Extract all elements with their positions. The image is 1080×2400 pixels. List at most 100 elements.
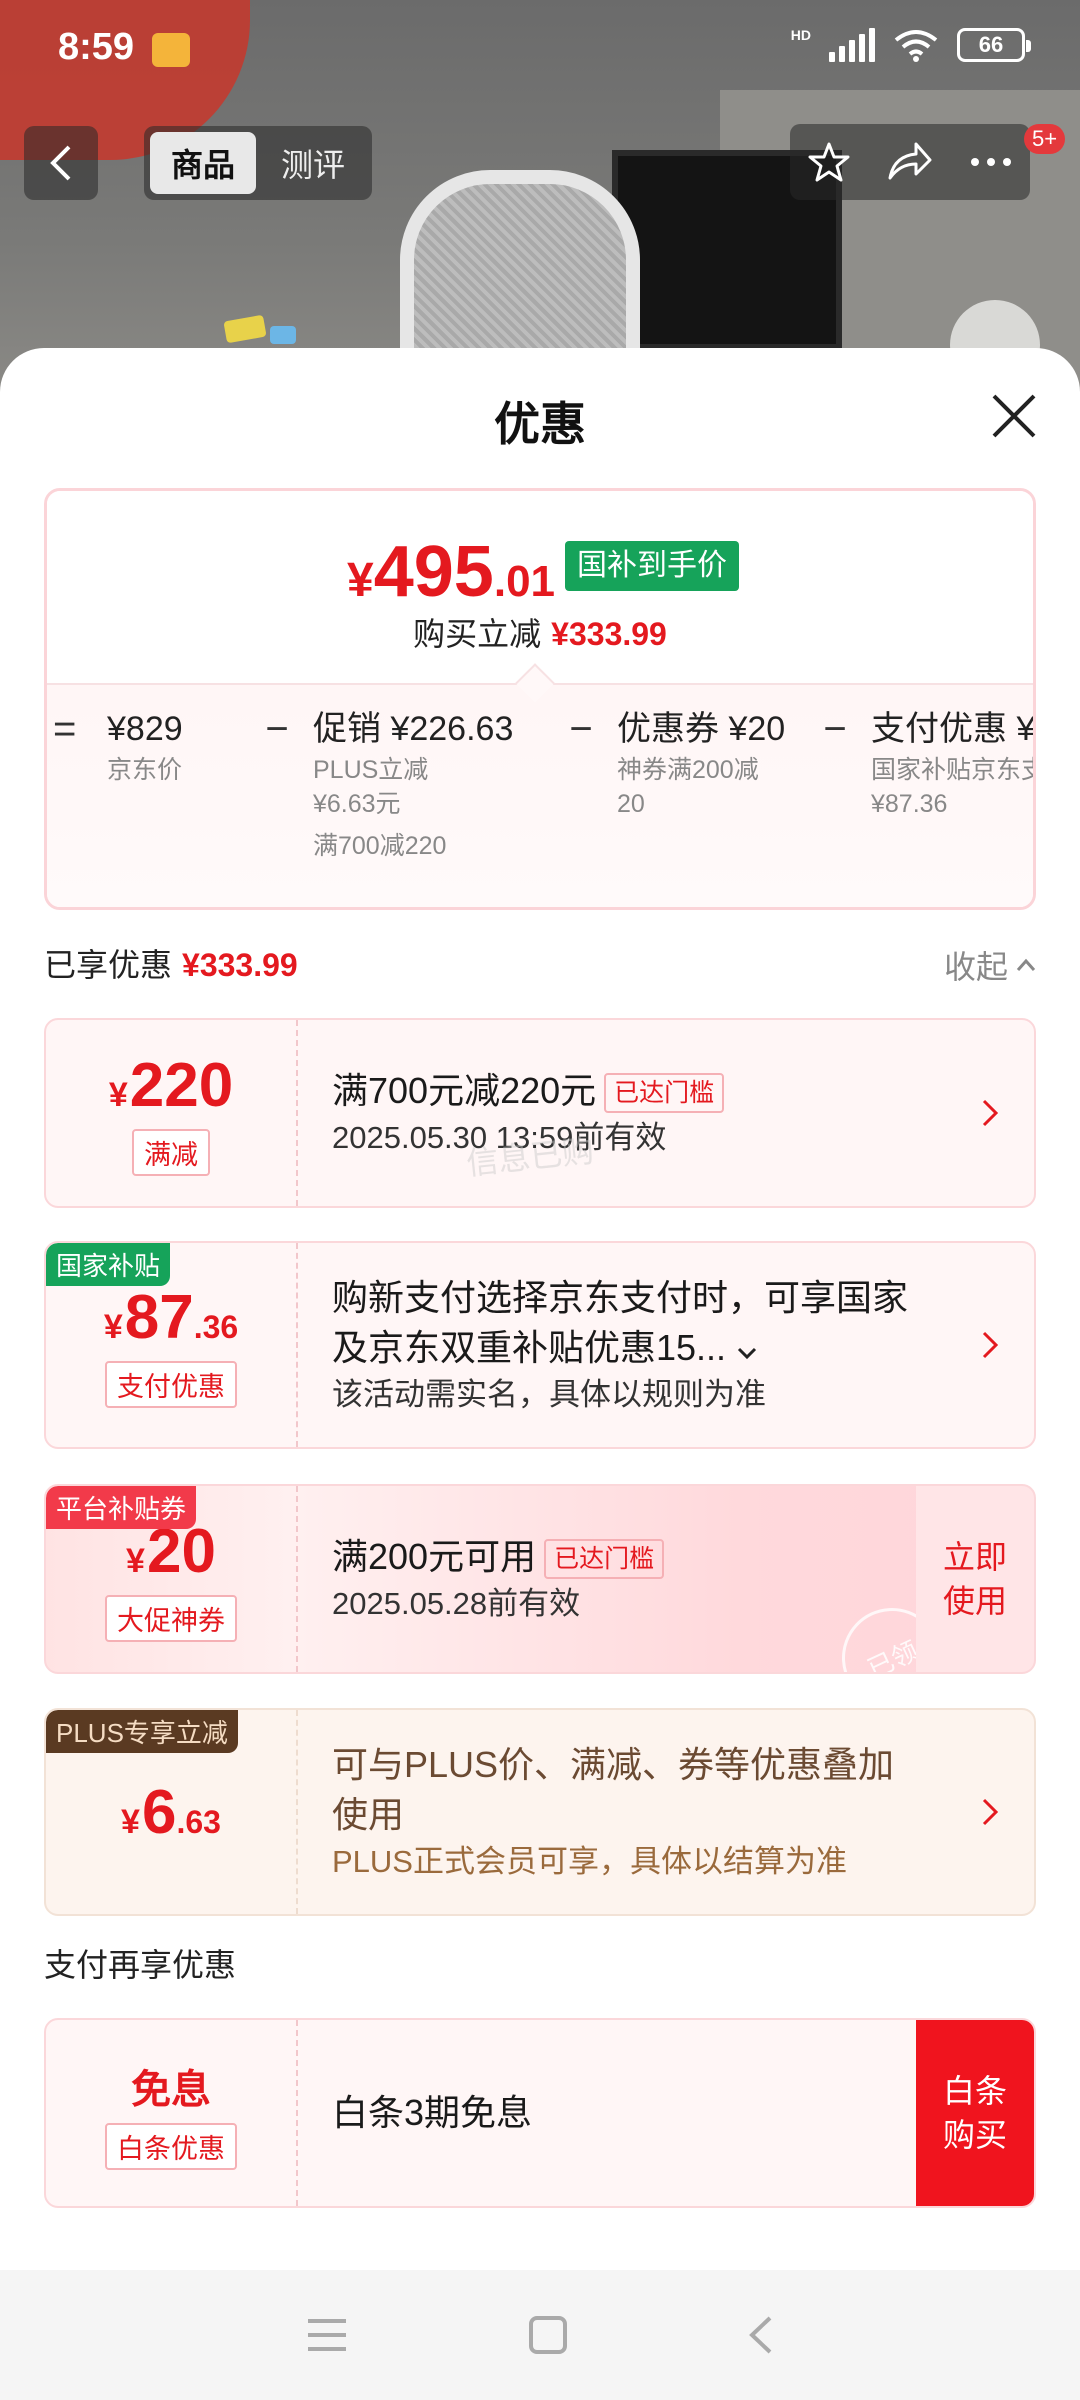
baitiao-buy-line-2: 购买 <box>942 2117 1007 2153</box>
coupon-card-national-subsidy[interactable]: ¥ 87 .36 支付优惠 国家补贴 购新支付选择京东支付时，可享国家 及京东双… <box>44 1241 1036 1449</box>
breakdown-title: 优惠券 ¥20 <box>617 710 786 748</box>
coupon-left: ¥ 220 满减 <box>46 1020 298 1206</box>
enjoyed-label: 已享优惠 <box>44 947 173 983</box>
coupon-decimal: .36 <box>193 1309 239 1345</box>
baitiao-body: 白条3期免息 <box>332 2020 964 2206</box>
coupon-value: 220 <box>129 1051 234 1120</box>
enjoyed-discount: 已享优惠 ¥333.99 <box>44 940 298 986</box>
coupon-card-platform[interactable]: ¥ 20 大促神券 平台补贴券 满200元可用 已达门槛 2025.05.28前有… <box>44 1484 1036 1674</box>
collapse-label: 收起 <box>943 949 1008 985</box>
final-price-int: 495 <box>373 532 494 612</box>
battery-level: 66 <box>978 32 1004 57</box>
share-icon[interactable] <box>886 140 934 184</box>
breakdown-coupon: 优惠券 ¥20 神券满200减 20 <box>617 705 786 863</box>
coupon-yen: ¥ <box>108 1076 128 1114</box>
chevron-left-icon <box>50 145 71 181</box>
breakdown-payment: 支付优惠 ¥87.36 国家补贴京东支付减 ¥87.36 <box>871 705 1033 863</box>
wifi-icon <box>894 30 938 62</box>
minus-operator: − <box>569 707 593 751</box>
coupon-body: 可与PLUS价、满减、券等优惠叠加 使用 PLUS正式会员可享，具体以结算为准 <box>332 1710 964 1914</box>
coupon-title-text: 满700元减220元 <box>332 1070 597 1111</box>
home-icon[interactable] <box>528 2315 568 2355</box>
coupon-card-full-reduce[interactable]: ¥ 220 满减 满700元减220元 已达门槛 2025.05.30 13:59… <box>44 1018 1036 1208</box>
coupon-title-line-1: 可与PLUS价、满减、券等优惠叠加 <box>332 1744 895 1785</box>
price-breakdown: = ¥829 京东价 − 促销 ¥226.63 PLUS立减 ¥6.63元 满7… <box>47 683 1033 907</box>
breakdown-row: = ¥829 京东价 − 促销 ¥226.63 PLUS立减 ¥6.63元 满7… <box>47 705 1033 863</box>
reduce-line: 购买立减 ¥333.99 <box>47 609 1033 655</box>
corner-label: 国家补贴 <box>46 1243 171 1286</box>
coupon-type-chip: 满减 <box>132 1129 210 1176</box>
menu-icon[interactable] <box>306 2317 348 2353</box>
coupon-title-text: 满200元可用 <box>332 1536 537 1577</box>
use-now-button[interactable]: 立即 使用 <box>916 1486 1034 1672</box>
coupon-title-line-2: 使用 <box>332 1794 405 1835</box>
coupon-body: 购新支付选择京东支付时，可享国家 及京东双重补贴优惠15... 该活动需实名，具… <box>332 1243 964 1447</box>
corner-label: PLUS专享立减 <box>46 1710 238 1753</box>
more-icon[interactable] <box>969 156 1013 168</box>
coupon-card-plus[interactable]: ¥ 6 .63 PLUS专享立减 可与PLUS价、满减、券等优惠叠加 使用 PL… <box>44 1708 1036 1916</box>
breakdown-title: 促销 ¥226.63 <box>313 710 514 748</box>
enjoyed-amount: ¥333.99 <box>182 947 298 983</box>
battery-icon: 66 <box>957 28 1031 62</box>
breakdown-jd-price: ¥829 京东价 <box>107 705 247 863</box>
back-icon[interactable] <box>748 2315 774 2355</box>
back-button[interactable] <box>24 126 98 200</box>
baitiao-buy-line-1: 白条 <box>942 2073 1007 2109</box>
summary-top: ¥ 495 .01 国补到手价 购买立减 ¥333.99 <box>47 491 1033 681</box>
coupon-title: 满200元可用 已达门槛 <box>332 1532 964 1582</box>
baitiao-left: 免息 白条优惠 <box>46 2020 298 2206</box>
star-icon[interactable] <box>807 140 851 184</box>
coupon-amount: ¥ 6 .63 <box>121 1777 221 1848</box>
coupon-title-line-2[interactable]: 及京东双重补贴优惠15... <box>332 1323 964 1373</box>
sheet-title: 优惠 <box>494 398 586 450</box>
threshold-pill: 已达门槛 <box>544 1539 665 1580</box>
signal-icon <box>829 28 875 62</box>
coupon-yen: ¥ <box>121 1802 140 1841</box>
discount-sheet: 优惠 ¥ 495 .01 国补到手价 购买立减 ¥333.99 = ¥829 京东… <box>0 348 1080 2270</box>
final-price-yen: ¥ <box>347 554 374 607</box>
coupon-amount: ¥ 220 <box>109 1050 233 1121</box>
baitiao-buy-button[interactable]: 白条 购买 <box>916 2020 1034 2206</box>
chevron-right-icon <box>982 1798 999 1826</box>
coupon-body: 满700元减220元 已达门槛 2025.05.30 13:59前有效 <box>332 1020 964 1206</box>
equals-operator: = <box>53 707 77 751</box>
breakdown-sub: 京东价 <box>107 756 183 784</box>
final-price-dec: .01 <box>493 557 556 606</box>
coupon-yen: ¥ <box>126 1542 145 1580</box>
final-price: ¥ 495 .01 <box>347 531 555 613</box>
tab-review[interactable]: 测评 <box>260 132 366 194</box>
breakdown-promo: 促销 ¥226.63 PLUS立减 ¥6.63元 满700减220 <box>313 705 513 863</box>
chevron-right-icon <box>982 1331 999 1359</box>
minus-operator: − <box>265 707 289 751</box>
threshold-pill: 已达门槛 <box>604 1073 725 1114</box>
use-now-line-2: 使用 <box>942 1583 1007 1619</box>
coupon-decimal: .63 <box>176 1803 221 1840</box>
coupon-title-line-1: 购新支付选择京东支付时，可享国家 <box>332 1277 909 1318</box>
close-icon[interactable] <box>986 388 1042 444</box>
corner-label: 平台补贴券 <box>46 1486 197 1529</box>
tab-product[interactable]: 商品 <box>150 132 256 194</box>
backdrop-toy-2 <box>270 326 296 344</box>
coupon-value: 6 <box>141 1777 177 1847</box>
reduce-amount: ¥333.99 <box>551 616 667 652</box>
collapse-toggle[interactable]: 收起 <box>944 942 1036 988</box>
product-tabs: 商品 测评 <box>144 126 372 200</box>
breakdown-sub: ¥6.63元 <box>313 790 401 818</box>
price-tag: 国补到手价 <box>565 541 739 591</box>
reduce-label: 购买立减 <box>413 616 542 652</box>
system-nav-bar <box>0 2270 1080 2400</box>
breakdown-sub: PLUS立减 <box>313 756 429 784</box>
status-icons: HD 66 <box>790 27 1031 62</box>
hd-label: HD <box>790 27 811 43</box>
coupon-value: 87 <box>124 1283 194 1352</box>
coupon-title-line-2-text: 及京东双重补贴优惠15... <box>332 1327 727 1368</box>
coupon-type-chip: 支付优惠 <box>105 1361 237 1408</box>
baitiao-title: 白条3期免息 <box>332 2092 533 2133</box>
breakdown-sub: 20 <box>617 790 645 818</box>
backdrop-toy <box>223 314 267 344</box>
coupon-note: PLUS正式会员可享，具体以结算为准 <box>332 1844 847 1879</box>
breakdown-sub: 国家补贴京东支付减 <box>871 756 1033 784</box>
coupon-amount: ¥ 87 .36 <box>104 1282 238 1353</box>
notification-icon <box>152 33 190 67</box>
baitiao-card[interactable]: 免息 白条优惠 白条3期免息 白条购买 <box>44 2018 1036 2208</box>
